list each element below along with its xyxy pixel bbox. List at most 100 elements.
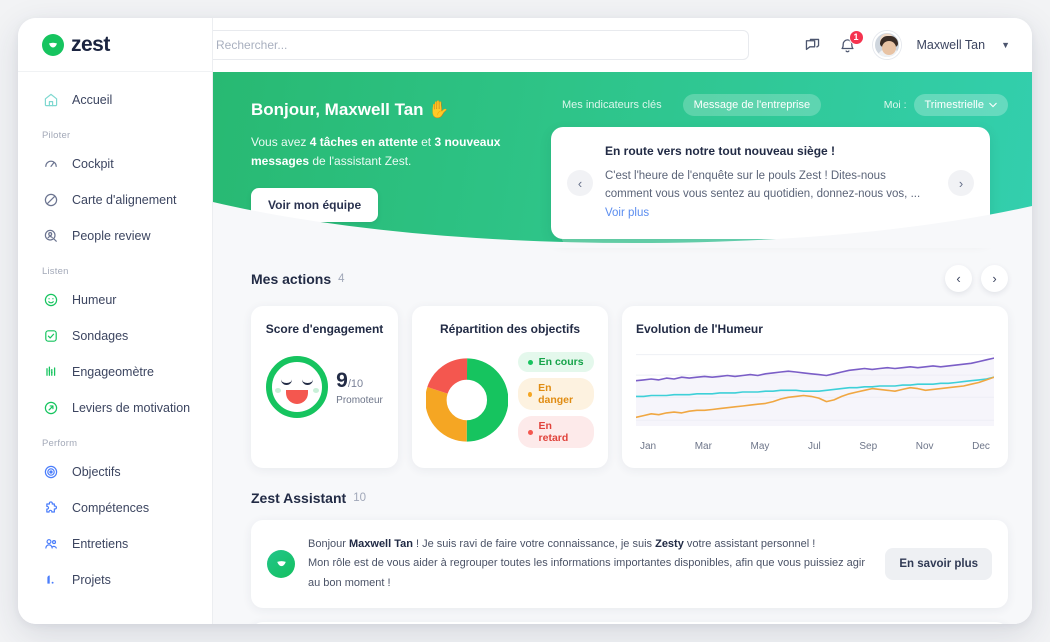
content-area: Mes actions 4 ‹ › Score d'engagement 9/1… <box>213 243 1032 624</box>
tab-indicateurs[interactable]: Mes indicateurs clés <box>551 94 673 116</box>
chevron-down-icon[interactable]: ▼ <box>1001 40 1010 50</box>
sidebar-item-competences[interactable]: Compétences <box>18 490 212 526</box>
x-tick: Dec <box>972 441 990 452</box>
period-wrapper: Moi : Trimestrielle <box>884 94 1008 116</box>
arrow-circle-icon <box>42 399 60 417</box>
sidebar-item-label: Objectifs <box>72 465 121 479</box>
sidebar-nav: Accueil Piloter Cockpit Carte d'aligneme… <box>18 72 212 598</box>
home-icon <box>42 91 60 109</box>
sidebar-group-perform: Perform <box>42 438 78 449</box>
sidebar-item-label: Humeur <box>72 293 117 307</box>
brand-name: zest <box>71 32 110 56</box>
actions-next-button[interactable]: › <box>981 265 1008 292</box>
legend-item-en-cours: En cours <box>517 352 594 372</box>
carousel-controls: ‹ › <box>945 265 1008 292</box>
notification-badge: 1 <box>848 29 864 45</box>
assistant-intro-card: Bonjour Maxwell Tan ! Je suis ravi de fa… <box>251 520 1008 608</box>
sidebar-item-leviers-motivation[interactable]: Leviers de motivation <box>18 390 212 426</box>
x-tick: May <box>750 441 770 452</box>
sidebar-item-label: People review <box>72 229 151 243</box>
chat-icon[interactable] <box>803 36 822 55</box>
tab-message-entreprise[interactable]: Message de l'entreprise <box>682 94 822 116</box>
sidebar-item-accueil[interactable]: Accueil <box>18 82 212 118</box>
sidebar-item-entretiens[interactable]: Entretiens <box>18 526 212 562</box>
wave-icon: ✋ <box>428 100 450 119</box>
period-value: Trimestrielle <box>924 99 985 111</box>
engagement-body: 9/10 Promoteur <box>265 348 384 418</box>
subtitle-post: de l'assistant Zest. <box>309 154 412 169</box>
assist-pre: Bonjour <box>308 538 349 550</box>
topbar-right: 1 Maxwell Tan ▼ <box>803 29 1010 59</box>
sidebar-item-carte-alignement[interactable]: Carte d'alignement <box>18 182 212 218</box>
sidebar-item-projets[interactable]: Projets <box>18 562 212 598</box>
section-count: 4 <box>338 272 345 285</box>
legend-dot-icon <box>527 391 533 397</box>
search-wrapper <box>213 30 749 60</box>
news-prev-button[interactable]: ‹ <box>567 170 593 197</box>
x-tick: Jan <box>640 441 657 452</box>
brand-logo[interactable]: zest <box>18 18 212 72</box>
objectives-distribution-card[interactable]: Répartition des objectifs En cours En da… <box>412 306 608 468</box>
sidebar-item-engageometre[interactable]: Engageomètre <box>18 354 212 390</box>
legend-item-en-danger: En danger <box>517 378 594 410</box>
sidebar-item-label: Sondages <box>72 329 129 343</box>
x-axis: Jan Mar May Jul Sep Nov Dec <box>636 441 994 452</box>
hero-subtitle: Vous avez 4 tâches en attente et 3 nouve… <box>251 133 501 172</box>
sidebar-item-label: Carte d'alignement <box>72 193 177 207</box>
assistant-message: Bonjour Maxwell Tan ! Je suis ravi de fa… <box>308 535 872 593</box>
section-count: 10 <box>353 492 366 504</box>
engagement-score-wrap: 9/10 Promoteur <box>336 369 383 406</box>
sidebar-item-sondages[interactable]: Sondages <box>18 318 212 354</box>
mood-line-chart <box>636 354 994 426</box>
donut-legend: En cours En danger En retard <box>517 352 594 448</box>
chart-icon <box>42 571 60 589</box>
result-card[interactable]: Résultats il y a 6 heures Le dernier sco… <box>251 621 1008 624</box>
sidebar-item-label: Entretiens <box>72 537 129 551</box>
sidebar-item-objectifs[interactable]: Objectifs <box>18 454 212 490</box>
assist-bot-name: Zesty <box>655 538 684 550</box>
kpi-cards-row: Score d'engagement 9/10 Promoteur Répart… <box>251 306 1008 468</box>
engagement-score-label: Promoteur <box>336 394 383 406</box>
period-select[interactable]: Trimestrielle <box>913 94 1008 116</box>
search-input[interactable] <box>213 30 749 60</box>
x-tick: Mar <box>694 441 712 452</box>
mood-evolution-card[interactable]: Evolution de l'Humeur Jan Mar May Jul Se… <box>622 306 1008 468</box>
sidebar-item-people-review[interactable]: People review <box>18 218 212 254</box>
bars-icon <box>42 363 60 381</box>
avatar[interactable] <box>872 31 901 59</box>
sidebar-group-piloter: Piloter <box>42 130 71 141</box>
sidebar-item-humeur[interactable]: Humeur <box>18 282 212 318</box>
zest-logo-icon <box>42 33 64 56</box>
card-title: Score d'engagement <box>265 322 384 336</box>
line-chart-wrapper: Jan Mar May Jul Sep Nov Dec <box>636 348 994 452</box>
page-title: Bonjour, Maxwell Tan ✋ <box>251 100 551 120</box>
period-label: Moi : <box>883 99 907 111</box>
sidebar-group-listen: Listen <box>42 266 69 277</box>
engagement-score-card[interactable]: Score d'engagement 9/10 Promoteur <box>251 306 398 468</box>
app-window: zest Accueil Piloter Cockpit Carte d'ali… <box>18 18 1032 624</box>
section-title: Zest Assistant <box>251 490 347 506</box>
bell-icon[interactable]: 1 <box>838 29 864 55</box>
learn-more-button[interactable]: En savoir plus <box>885 547 992 580</box>
user-name[interactable]: Maxwell Tan <box>917 38 986 52</box>
news-next-button[interactable]: › <box>948 170 974 197</box>
happy-face-icon <box>266 356 329 418</box>
hero-banner: Bonjour, Maxwell Tan ✋ Vous avez 4 tâche… <box>213 72 1032 248</box>
legend-label: En cours <box>538 356 584 368</box>
sidebar: zest Accueil Piloter Cockpit Carte d'ali… <box>18 18 213 624</box>
slash-circle-icon <box>42 191 60 209</box>
legend-item-en-retard: En retard <box>517 416 594 448</box>
subtitle-pre: Vous avez <box>251 135 310 149</box>
greeting-text: Bonjour, Maxwell Tan <box>251 100 424 119</box>
actions-prev-button[interactable]: ‹ <box>945 265 972 292</box>
subtitle-mid: et <box>417 135 435 149</box>
hero-curve-decoration <box>213 202 1032 248</box>
donut-chart <box>426 358 508 442</box>
engagement-score-value: 9 <box>336 368 348 392</box>
sidebar-item-cockpit[interactable]: Cockpit <box>18 146 212 182</box>
section-title: Mes actions <box>251 270 332 287</box>
chevron-down-icon <box>989 102 997 108</box>
hero-tabs: Mes indicateurs clés Message de l'entrep… <box>551 94 1008 116</box>
gauge-icon <box>42 155 60 173</box>
assist-mid: ! Je suis ravi de faire votre connaissan… <box>412 538 656 550</box>
